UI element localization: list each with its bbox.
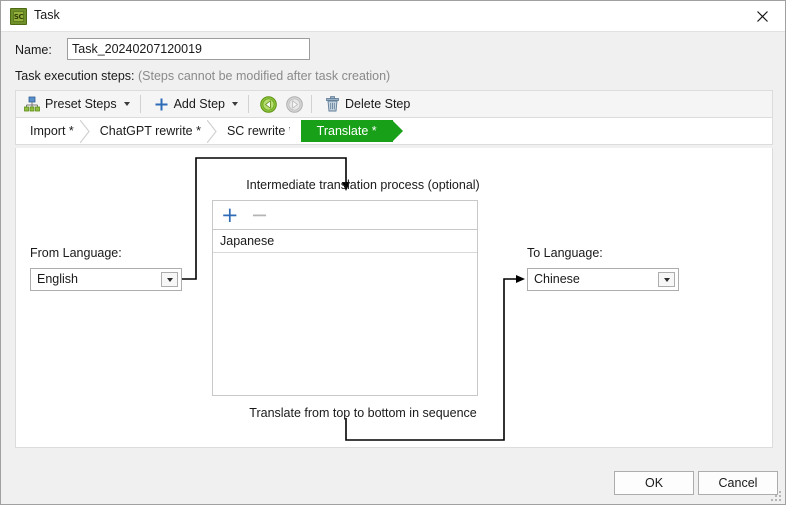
trash-icon: [326, 96, 339, 112]
step-tab-import[interactable]: Import *: [20, 119, 90, 144]
steps-toolbar: Preset Steps Add Step Delete Step: [15, 90, 773, 118]
title-bar: SC Task: [1, 1, 785, 32]
close-button[interactable]: [739, 1, 785, 31]
task-execution-steps-header: Task execution steps: (Steps cannot be m…: [15, 69, 390, 83]
step-tab-notch: [289, 120, 301, 142]
preset-steps-button[interactable]: Preset Steps: [19, 92, 135, 116]
add-step-button[interactable]: Add Step: [149, 92, 243, 116]
chip-icon-label: SC: [13, 11, 24, 22]
steps-header-hint: (Steps cannot be modified after task cre…: [138, 69, 391, 83]
chevron-right-icon: [79, 119, 90, 144]
preset-steps-label: Preset Steps: [45, 97, 117, 111]
remove-intermediate-language-button: −: [250, 202, 269, 227]
name-label: Name:: [15, 43, 52, 57]
from-language-label: From Language:: [30, 246, 122, 260]
step-tab-label: Translate *: [316, 124, 377, 138]
close-icon: [756, 10, 768, 22]
toolbar-divider: [311, 95, 313, 113]
to-language-select[interactable]: Chinese: [527, 268, 679, 291]
add-step-label: Add Step: [173, 97, 226, 111]
chevron-right-icon: [206, 119, 217, 144]
chevron-down-icon[interactable]: [658, 272, 675, 287]
to-language-value: Chinese: [534, 272, 580, 286]
step-breadcrumbs: Import * ChatGPT rewrite * SC rewrite * …: [20, 119, 403, 144]
task-dialog: SC Task Name: Task execution steps: (Ste…: [0, 0, 786, 505]
resize-grip-icon[interactable]: [770, 490, 783, 503]
window-title: Task: [34, 8, 60, 22]
to-language-label: To Language:: [527, 246, 603, 260]
circle-arrow-left-icon: [259, 95, 277, 113]
chevron-down-icon[interactable]: [123, 102, 130, 106]
intermediate-process-footnote: Translate from top to bottom in sequence: [249, 406, 477, 420]
toolbar-divider: [248, 95, 250, 113]
step-tab-translate[interactable]: Translate *: [289, 120, 403, 142]
move-step-forward-button: [282, 92, 306, 116]
toolbar-divider: [139, 95, 141, 113]
hierarchy-icon: [24, 96, 40, 112]
add-intermediate-language-button[interactable]: +: [221, 204, 239, 226]
step-tab-nose: [391, 120, 403, 142]
intermediate-language-list[interactable]: Japanese: [213, 230, 477, 253]
chevron-down-icon[interactable]: [161, 272, 178, 287]
from-language-value: English: [37, 272, 78, 286]
from-language-select[interactable]: English: [30, 268, 182, 291]
intermediate-process-caption: Intermediate translation process (option…: [246, 178, 480, 192]
chevron-down-icon[interactable]: [232, 102, 239, 106]
delete-step-label: Delete Step: [345, 97, 411, 111]
intermediate-language-list-box: + − Japanese: [212, 200, 478, 396]
chip-icon: SC: [10, 8, 27, 25]
plus-icon: [155, 98, 168, 110]
list-item[interactable]: Japanese: [213, 230, 477, 253]
steps-header-label: Task execution steps:: [15, 69, 135, 83]
task-name-input[interactable]: [67, 38, 310, 60]
translate-step-panel: From Language: English Intermediate tran…: [15, 148, 773, 448]
step-tab-chatgpt-rewrite[interactable]: ChatGPT rewrite *: [89, 119, 217, 144]
ok-button[interactable]: OK: [614, 471, 694, 495]
cancel-button[interactable]: Cancel: [698, 471, 778, 495]
circle-arrow-right-icon: [285, 95, 303, 113]
move-step-back-button[interactable]: [256, 92, 280, 116]
intermediate-list-toolbar: + −: [213, 201, 477, 230]
step-tab-label: Import *: [30, 124, 74, 138]
delete-step-button[interactable]: Delete Step: [320, 92, 415, 116]
step-breadcrumb-bar: Import * ChatGPT rewrite * SC rewrite * …: [15, 118, 773, 145]
step-tab-label: SC rewrite *: [226, 124, 294, 138]
step-tab-label: ChatGPT rewrite *: [99, 124, 201, 138]
